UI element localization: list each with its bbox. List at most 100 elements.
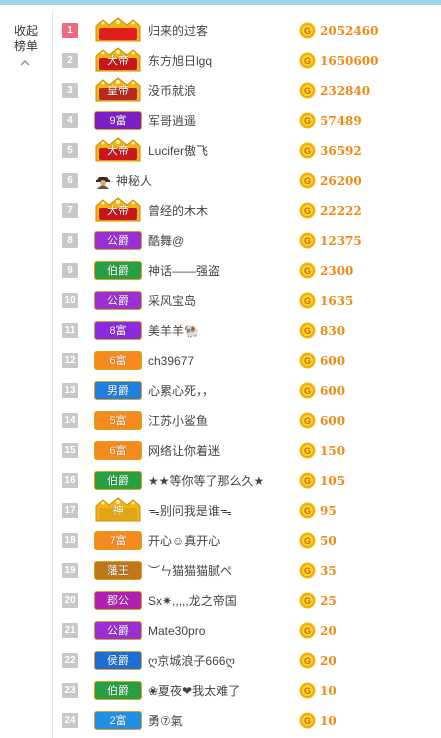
ranking-row[interactable]: 20 郡公 Sx✷,,,,,龙之帝国 G 25	[52, 586, 441, 616]
svg-text:G: G	[304, 296, 311, 306]
rank-title-badge: 公爵	[94, 291, 142, 310]
svg-text:G: G	[304, 416, 311, 426]
ranking-row[interactable]: 15 6富 网络让你着迷 G 150	[52, 436, 441, 466]
svg-text:G: G	[304, 626, 311, 636]
ranking-row[interactable]: 8 公爵 酷舞@ G 12375	[52, 226, 441, 256]
rank-number: 2	[62, 53, 78, 68]
rank-number: 8	[62, 233, 78, 248]
coin-amount: 1650600	[320, 54, 379, 68]
user-name[interactable]: 神秘人	[116, 166, 152, 196]
rank-title-badge: 5富	[94, 411, 142, 430]
ranking-row[interactable]: 13 男爵 心累心死，， G 600	[52, 376, 441, 406]
coin-amount: 830	[320, 324, 346, 338]
ranking-row[interactable]: 2 大帝 东方旭日lgq G 1650600	[52, 46, 441, 76]
ranking-row[interactable]: 16 伯爵 ★★等你等了那么久★ G 105	[52, 466, 441, 496]
badge-label: 大帝	[107, 55, 129, 67]
rank-title-badge: 8富	[94, 321, 142, 340]
rank-number: 4	[62, 113, 78, 128]
mystery-person-icon	[94, 172, 112, 190]
rank-number: 16	[62, 473, 78, 488]
svg-text:G: G	[304, 236, 311, 246]
coin-icon: G	[299, 382, 316, 399]
coin-amount: 10	[320, 684, 337, 698]
coin-amount: 600	[320, 384, 346, 398]
ranking-row[interactable]: 14 5富 江苏小鲨鱼 G 600	[52, 406, 441, 436]
ranking-row[interactable]: 5 大帝 Lucifer傲飞 G 36592	[52, 136, 441, 166]
coin-icon: G	[299, 502, 316, 519]
rank-title-badge: 伯爵	[94, 261, 142, 280]
collapse-ranking-button[interactable]: 收起榜单	[0, 10, 53, 738]
ranking-row[interactable]: 12 6富 ch39677 G 600	[52, 346, 441, 376]
rank-number: 10	[62, 293, 78, 308]
ranking-row[interactable]: 9 伯爵 神话——强盗 G 2300	[52, 256, 441, 286]
user-name[interactable]: Sx✷,,,,,龙之帝国	[148, 586, 237, 616]
coin-icon: G	[299, 472, 316, 489]
user-name[interactable]: 酷舞@	[148, 226, 184, 256]
ranking-row[interactable]: 3 皇帝 没币就浪 G 232840	[52, 76, 441, 106]
ranking-row[interactable]: 7 大帝 曾经的木木 G 22222	[52, 196, 441, 226]
user-name[interactable]: 勇⑦氣	[148, 706, 183, 736]
ranking-row[interactable]: 18 7富 开心☺真开心 G 50	[52, 526, 441, 556]
svg-text:G: G	[304, 146, 311, 156]
ranking-row[interactable]: 4 9富 军哥逍遥 G 57489	[52, 106, 441, 136]
ranking-row[interactable]: 21 公爵 Mate30pro G 20	[52, 616, 441, 646]
ranking-row[interactable]: 1 归来的过客 G 2052460	[52, 16, 441, 46]
user-name[interactable]: ︶ㄣ猫猫猫腻ぺ	[148, 556, 232, 586]
rank-title-badge: 神	[94, 497, 142, 522]
rank-number: 24	[62, 713, 78, 728]
svg-text:G: G	[304, 506, 311, 516]
user-name[interactable]: 没币就浪	[148, 76, 196, 106]
coin-icon: G	[299, 112, 316, 129]
ranking-row[interactable]: 24 2富 勇⑦氣 G 10	[52, 706, 441, 736]
user-name[interactable]: 归来的过客	[148, 16, 208, 46]
rank-number: 9	[62, 263, 78, 278]
ranking-row[interactable]: 19 藩王 ︶ㄣ猫猫猫腻ぺ G 35	[52, 556, 441, 586]
user-name[interactable]: 采风宝岛	[148, 286, 196, 316]
coin-amount: 22222	[320, 204, 362, 218]
rank-number: 19	[62, 563, 78, 578]
badge-label: 大帝	[107, 145, 129, 157]
coin-icon: G	[299, 712, 316, 729]
coin-amount: 95	[320, 504, 337, 518]
coin-amount: 2052460	[320, 24, 379, 38]
coin-amount: 600	[320, 414, 346, 428]
rank-number: 20	[62, 593, 78, 608]
rank-title-badge: 公爵	[94, 231, 142, 250]
coin-icon: G	[299, 682, 316, 699]
chevron-up-icon	[20, 60, 30, 66]
user-name[interactable]: 网络让你着迷	[148, 436, 220, 466]
rank-title-badge	[94, 17, 142, 42]
ranking-row[interactable]: 17 神 ᯓ别问我是谁ᯓ G 95	[52, 496, 441, 526]
coin-icon: G	[299, 172, 316, 189]
rank-number: 11	[62, 323, 78, 338]
rank-title-badge: 大帝	[94, 47, 142, 72]
user-name[interactable]: ★★等你等了那么久★	[148, 466, 264, 496]
user-name[interactable]: 心累心死，，	[148, 376, 214, 406]
user-name[interactable]: Lucifer傲飞	[148, 136, 208, 166]
user-name[interactable]: 江苏小鲨鱼	[148, 406, 208, 436]
coin-amount: 600	[320, 354, 346, 368]
coin-amount: 35	[320, 564, 337, 578]
ranking-row[interactable]: 22 侯爵 ღ京城浪子666ღ G 20	[52, 646, 441, 676]
ranking-row[interactable]: 6 神秘人 G 26200	[52, 166, 441, 196]
svg-text:G: G	[304, 206, 311, 216]
coin-icon: G	[299, 22, 316, 39]
user-name[interactable]: ❀夏夜❤我太难了	[148, 676, 240, 706]
user-name[interactable]: 神话——强盗	[148, 256, 220, 286]
user-name[interactable]: 开心☺真开心	[148, 526, 220, 556]
ranking-row[interactable]: 23 伯爵 ❀夏夜❤我太难了 G 10	[52, 676, 441, 706]
svg-text:G: G	[304, 86, 311, 96]
user-name[interactable]: ღ京城浪子666ღ	[148, 646, 235, 676]
user-name[interactable]: Mate30pro	[148, 616, 205, 646]
ranking-row[interactable]: 11 8富 美羊羊🐏 G 830	[52, 316, 441, 346]
user-name[interactable]: 军哥逍遥	[148, 106, 196, 136]
ranking-row[interactable]: 10 公爵 采风宝岛 G 1635	[52, 286, 441, 316]
user-name[interactable]: 美羊羊🐏	[148, 316, 199, 346]
user-name[interactable]: 东方旭日lgq	[148, 46, 212, 76]
user-name[interactable]: ch39677	[148, 346, 194, 376]
user-name[interactable]: ᯓ别问我是谁ᯓ	[148, 496, 232, 526]
coin-amount: 1635	[320, 294, 354, 308]
user-name[interactable]: 曾经的木木	[148, 196, 208, 226]
svg-text:G: G	[304, 326, 311, 336]
coin-amount: 36592	[320, 144, 362, 158]
